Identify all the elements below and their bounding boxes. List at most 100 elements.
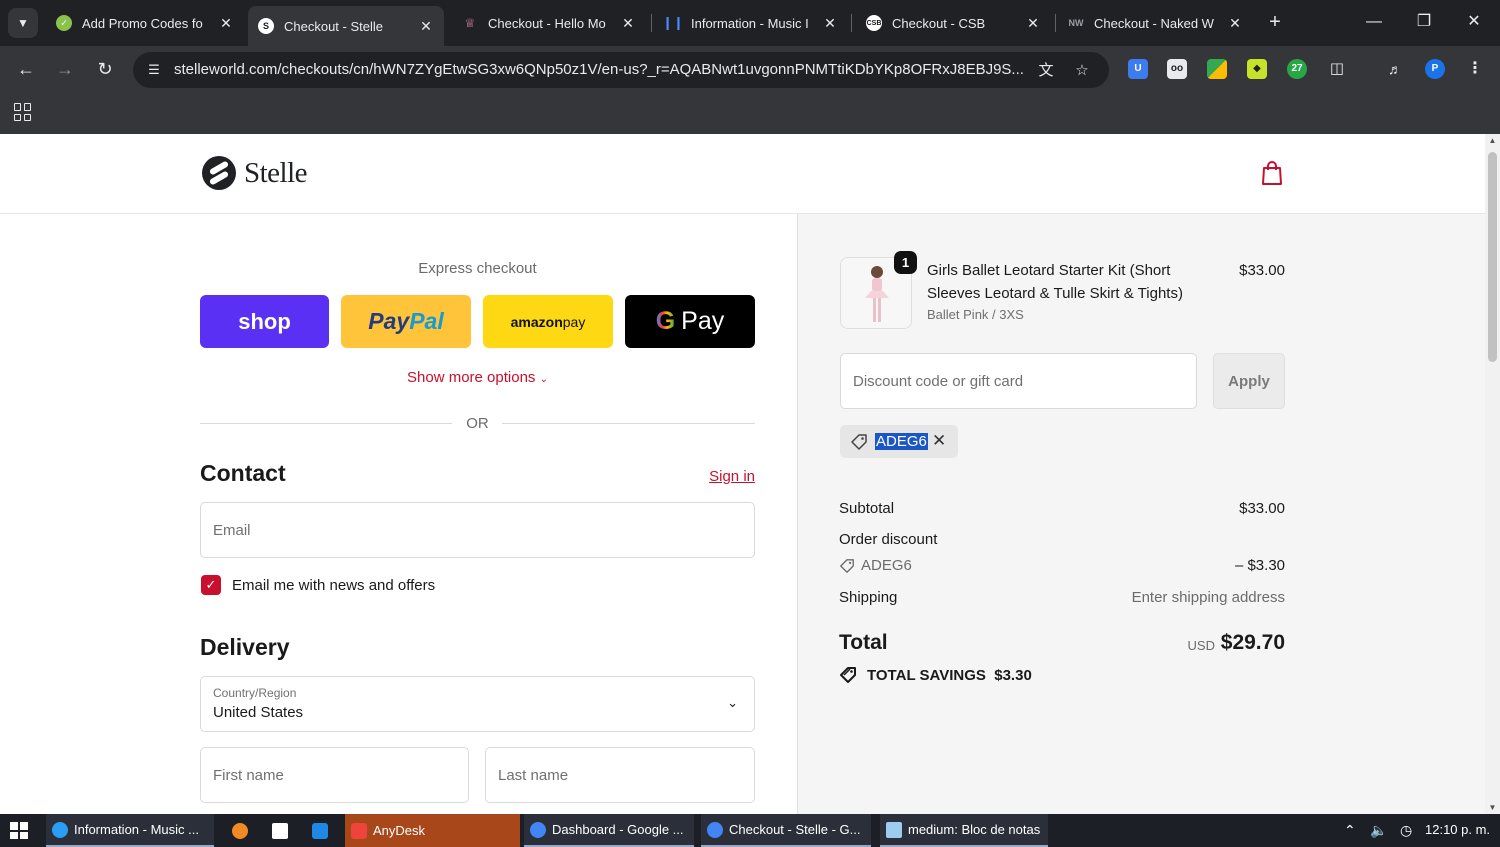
taskbar-item-file[interactable] [266,814,296,847]
last-name-field[interactable]: Last name [485,747,755,803]
taskbar-item-chrome-checkout[interactable]: Checkout - Stelle - G... [701,814,871,847]
shop-pay-button[interactable]: shop [200,295,329,348]
close-window-icon[interactable]: ✕ [1462,10,1486,34]
taskbar-item-chrome-dashboard[interactable]: Dashboard - Google ... [524,814,694,847]
delivery-title: Delivery [200,634,290,660]
forward-arrow-icon[interactable]: → [53,57,77,81]
order-discount-value: – $3.30 [1234,557,1285,574]
close-tab-icon[interactable]: ✕ [418,18,434,35]
store-logo[interactable]: Stelle [202,156,308,190]
chevron-down-icon: ▼ [17,16,29,30]
quantity-badge: 1 [894,251,917,274]
tag-extension-icon[interactable]: ◆ [1247,59,1267,79]
tray-expand-icon[interactable]: ⌃ [1344,822,1356,839]
contact-title: Contact [200,460,286,486]
back-arrow-icon[interactable]: ← [14,57,38,81]
first-name-field[interactable]: First name [200,747,469,803]
volume-muted-icon[interactable]: 🔈 [1370,822,1387,839]
total-value: $29.70 [1220,631,1285,654]
stelle-logo-mark [202,156,236,190]
kebab-menu-icon[interactable]: ⋮ [1465,59,1485,79]
reload-icon[interactable]: ↻ [93,57,117,81]
new-tab-button[interactable]: + [1263,10,1287,34]
bookmark-star-icon[interactable]: ☆ [1072,61,1092,81]
scroll-thumb[interactable] [1488,152,1497,362]
or-divider: OR [200,415,755,433]
total-savings: TOTAL SAVINGS $3.30 [839,666,1032,684]
profile-avatar[interactable]: P [1425,59,1445,79]
translate-icon[interactable]: 文 [1036,61,1056,81]
show-more-options-link[interactable]: Show more options ⌄ [200,369,755,386]
amazon-pay-button[interactable]: amazon pay [483,295,613,348]
edge-icon [52,821,68,838]
email-field[interactable]: Email [200,502,755,558]
tab-checkout-stelle[interactable]: S Checkout - Stelle ✕ [248,6,444,46]
taskbar-item-anydesk[interactable]: AnyDesk [345,814,520,847]
tab-checkout-hello-molly[interactable]: ♕ Checkout - Hello Mo ✕ [452,6,646,40]
tab-add-promo-codes[interactable]: ✓ Add Promo Codes fo ✕ [46,6,244,40]
taskbar-clock[interactable]: 12:10 p. m. [1425,822,1490,837]
crown-icon: ♕ [464,16,476,30]
browser-tab-strip: ▼ ✓ Add Promo Codes fo ✕ S Checkout - St… [0,0,1500,46]
notepad-icon [886,821,902,838]
close-tab-icon[interactable]: ✕ [1025,15,1041,32]
remove-discount-icon[interactable]: ✕ [932,431,946,451]
close-tab-icon[interactable]: ✕ [620,15,636,32]
close-tab-icon[interactable]: ✕ [822,15,838,32]
product-name: Girls Ballet Leotard Starter Kit (Short … [927,262,1183,302]
sign-in-link[interactable]: Sign in [700,468,755,485]
taskbar-item-edge[interactable]: Information - Music ... [46,814,214,847]
url-text[interactable]: stelleworld.com/checkouts/cn/hWN7ZYgEtwS… [174,61,1024,78]
taskbar-item-app[interactable] [306,814,336,847]
discount-code-input[interactable]: Discount code or gift card [840,353,1197,409]
checkout-page: Stelle Express checkout shop Pay Pal amaz… [0,134,1485,814]
chevron-down-icon: ⌄ [727,695,738,710]
product-price: $33.00 [1239,262,1285,279]
site-info-icon[interactable]: ☰ [145,61,163,79]
restore-icon[interactable]: ❐ [1412,10,1436,34]
scroll-down-arrow-icon[interactable]: ▼ [1488,803,1497,812]
country-select[interactable]: Country/Region United States ⌄ [200,676,755,732]
tab-separator [1055,14,1056,32]
close-tab-icon[interactable]: ✕ [218,15,234,32]
grid-extension-icon[interactable] [1207,59,1227,79]
minimize-icon[interactable]: — [1362,10,1386,34]
apps-grid-icon[interactable] [14,103,32,121]
address-bar[interactable]: ☰ stelleworld.com/checkouts/cn/hWN7ZYgEt… [133,52,1109,88]
windows-start-icon[interactable] [10,822,29,839]
paypal-button[interactable]: Pay Pal [341,295,471,348]
applied-discount-chip: ADEG6 ✕ [840,425,958,458]
subtotal-label: Subtotal [839,500,895,517]
nw-icon: NW [1068,18,1084,28]
tab-search-button[interactable]: ▼ [8,8,38,38]
close-tab-icon[interactable]: ✕ [1227,15,1243,32]
glasses-extension-icon[interactable]: oo [1167,59,1187,79]
bookmarks-bar [0,92,1500,134]
apply-discount-button[interactable]: Apply [1213,353,1285,409]
tab-information-music[interactable]: ❙❙ Information - Music I ✕ [655,6,848,40]
taskbar-item-notepad[interactable]: medium: Bloc de notas [880,814,1048,847]
shield-extension-icon[interactable]: U [1128,59,1148,79]
file-icon [272,822,288,839]
app-icon [312,822,328,839]
google-pay-button[interactable]: G Pay [625,295,755,348]
taskbar-item-vlc[interactable] [226,814,256,847]
tab-checkout-csb[interactable]: CSB Checkout - CSB ✕ [856,6,1051,40]
total-currency: USD [1187,638,1215,653]
newsletter-checkbox[interactable]: ✓ [201,575,221,595]
tab-checkout-naked-wolfe[interactable]: NW Checkout - Naked W ✕ [1058,6,1253,40]
shipping-label: Shipping [839,589,898,606]
puzzle-extension-icon[interactable]: ◫ [1327,59,1347,79]
shopping-bag-icon[interactable] [1260,160,1284,186]
wifi-icon[interactable]: ◷ [1400,822,1412,839]
music-bars-icon: ❙❙ [662,15,684,30]
media-control-icon[interactable]: ♬ [1385,59,1405,79]
page-scrollbar[interactable]: ▲ ▼ [1485,134,1500,814]
applied-code: ADEG6 [875,433,928,450]
product-variant: Ballet Pink / 3XS [927,307,1024,322]
scroll-up-arrow-icon[interactable]: ▲ [1488,136,1497,145]
chevron-down-icon: ⌄ [539,374,548,385]
tab-separator [651,14,652,32]
coupon-extension-icon[interactable]: 27 [1287,59,1307,79]
store-name: Stelle [244,156,308,189]
